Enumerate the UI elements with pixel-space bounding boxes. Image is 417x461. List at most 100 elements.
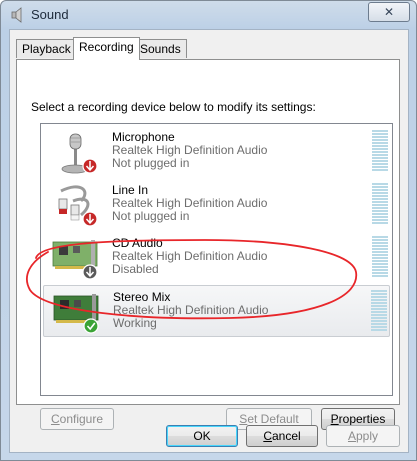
sound-card-icon xyxy=(52,240,98,280)
speaker-icon xyxy=(11,7,22,23)
meter-segment xyxy=(372,219,388,221)
level-meter xyxy=(372,130,388,173)
tab-sounds[interactable]: Sounds xyxy=(134,39,187,58)
sound-card-icon xyxy=(53,294,99,334)
dialog-client: Playback Recording Sounds Select a recor… xyxy=(9,29,409,453)
meter-segment xyxy=(372,263,388,265)
meter-segment xyxy=(371,302,387,304)
list-item-microphone[interactable]: Microphone Realtek High Definition Audio… xyxy=(43,126,390,178)
meter-segment xyxy=(372,222,388,224)
configure-button[interactable]: Configure xyxy=(40,408,114,430)
meter-segment xyxy=(371,320,387,322)
sound-dialog: Sound ✕ Playback Recording Sounds Select… xyxy=(0,0,417,461)
meter-segment xyxy=(372,251,388,253)
meter-segment xyxy=(371,293,387,295)
meter-segment xyxy=(372,239,388,241)
meter-segment xyxy=(372,133,388,135)
meter-segment xyxy=(371,314,387,316)
meter-segment xyxy=(371,323,387,325)
meter-segment xyxy=(372,157,388,159)
device-status: Disabled xyxy=(112,262,159,276)
button-label: Properties xyxy=(330,412,386,426)
recording-panel: Select a recording device below to modif… xyxy=(16,59,400,430)
microphone-icon xyxy=(61,133,98,174)
button-label: Cancel xyxy=(263,429,301,443)
button-label: Apply xyxy=(347,429,379,443)
meter-segment xyxy=(372,201,388,203)
meter-segment xyxy=(372,210,388,212)
button-label: Configure xyxy=(50,412,104,426)
meter-segment xyxy=(372,145,388,147)
close-button[interactable]: ✕ xyxy=(368,2,410,22)
device-status: Working xyxy=(113,316,157,330)
meter-segment xyxy=(371,329,387,331)
meter-segment xyxy=(371,299,387,301)
title-bar[interactable]: Sound ✕ xyxy=(1,1,416,29)
meter-segment xyxy=(372,257,388,259)
meter-segment xyxy=(372,189,388,191)
meter-segment xyxy=(372,198,388,200)
button-label: Set Default xyxy=(239,412,299,426)
meter-segment xyxy=(372,272,388,274)
meter-segment xyxy=(372,166,388,168)
meter-segment xyxy=(372,245,388,247)
meter-segment xyxy=(372,207,388,209)
meter-segment xyxy=(372,130,388,132)
list-item-line-in[interactable]: Line In Realtek High Definition Audio No… xyxy=(43,179,390,231)
ok-button[interactable]: OK xyxy=(166,425,238,447)
tab-playback[interactable]: Playback xyxy=(16,39,77,58)
level-meter xyxy=(371,290,387,333)
list-item-cd-audio[interactable]: CD Audio Realtek High Definition Audio D… xyxy=(43,232,390,284)
meter-segment xyxy=(372,269,388,271)
meter-segment xyxy=(372,192,388,194)
window-title: Sound xyxy=(31,7,69,22)
meter-segment xyxy=(372,136,388,138)
apply-button[interactable]: Apply xyxy=(326,425,400,447)
meter-segment xyxy=(371,290,387,292)
meter-segment xyxy=(372,148,388,150)
device-list[interactable]: Microphone Realtek High Definition Audio… xyxy=(40,123,393,396)
meter-segment xyxy=(372,160,388,162)
meter-segment xyxy=(371,296,387,298)
tab-label: Recording xyxy=(79,40,134,54)
tab-label: Playback xyxy=(22,42,71,56)
meter-segment xyxy=(372,260,388,262)
meter-segment xyxy=(372,139,388,141)
meter-segment xyxy=(372,254,388,256)
tab-recording[interactable]: Recording xyxy=(73,37,140,60)
meter-segment xyxy=(372,275,388,277)
meter-segment xyxy=(372,213,388,215)
meter-segment xyxy=(371,311,387,313)
meter-segment xyxy=(372,186,388,188)
level-meter xyxy=(372,183,388,226)
close-icon: ✕ xyxy=(383,5,395,19)
list-item-stereo-mix[interactable]: Stereo Mix Realtek High Definition Audio… xyxy=(43,285,390,337)
meter-segment xyxy=(372,216,388,218)
device-text: CD Audio Realtek High Definition Audio D… xyxy=(112,237,267,276)
meter-segment xyxy=(371,308,387,310)
cancel-button[interactable]: Cancel xyxy=(246,425,318,447)
meter-segment xyxy=(372,142,388,144)
meter-segment xyxy=(372,154,388,156)
meter-segment xyxy=(371,305,387,307)
line-in-cable-icon xyxy=(58,185,98,227)
meter-segment xyxy=(372,266,388,268)
device-status: Not plugged in xyxy=(112,209,190,223)
device-text: Stereo Mix Realtek High Definition Audio… xyxy=(113,291,268,330)
tab-label: Sounds xyxy=(140,42,181,56)
meter-segment xyxy=(372,195,388,197)
meter-segment xyxy=(372,236,388,238)
meter-segment xyxy=(372,204,388,206)
meter-segment xyxy=(372,242,388,244)
meter-segment xyxy=(372,248,388,250)
device-text: Microphone Realtek High Definition Audio… xyxy=(112,131,267,170)
meter-segment xyxy=(372,163,388,165)
level-meter xyxy=(372,236,388,279)
meter-segment xyxy=(372,169,388,171)
meter-segment xyxy=(372,183,388,185)
meter-segment xyxy=(371,317,387,319)
instruction-text: Select a recording device below to modif… xyxy=(31,100,316,114)
meter-segment xyxy=(372,151,388,153)
meter-segment xyxy=(371,326,387,328)
device-status: Not plugged in xyxy=(112,156,190,170)
